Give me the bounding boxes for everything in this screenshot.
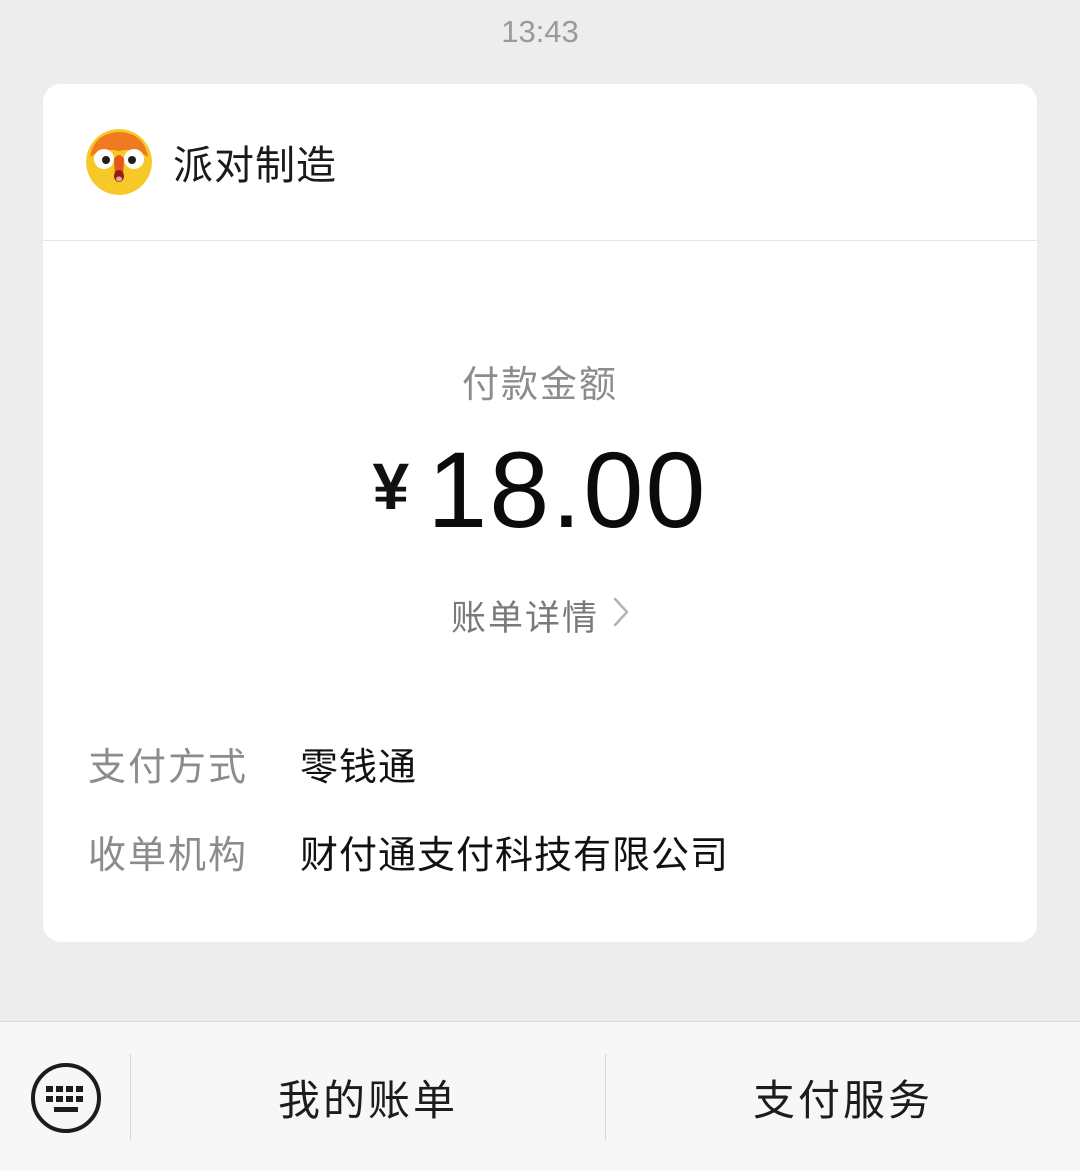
keyboard-toggle-button[interactable] [30,1062,102,1134]
bill-detail-link[interactable]: 账单详情 [43,590,1037,641]
payment-method-key: 支付方式 [88,745,249,789]
merchant-name: 派对制造 [173,143,337,189]
card-header[interactable]: 派对制造 [43,84,1037,241]
amount-display: ¥ 18.00 [43,436,1037,544]
payment-method-value: 零钱通 [300,745,418,789]
menu-payment-service-button[interactable]: 支付服务 [606,1022,1080,1171]
bottom-menu-bar: 我的账单 支付服务 [0,1021,1080,1171]
message-timestamp: 13:43 [501,14,579,49]
merchant-avatar [86,129,152,195]
payment-amount: 18.00 [427,429,708,550]
payment-notification-card[interactable]: 派对制造 付款金额 ¥ 18.00 账单详情 支付方式 零钱通 收单机构 财付通… [43,84,1037,942]
keyboard-icon [31,1063,101,1133]
menu-my-bills-button[interactable]: 我的账单 [131,1022,605,1171]
payment-method-row: 支付方式 零钱通 [88,736,417,791]
chevron-right-icon [613,596,629,636]
acquirer-value: 财付通支付科技有限公司 [300,833,730,877]
currency-symbol: ¥ [372,449,410,523]
amount-label: 付款金额 [462,363,618,406]
acquirer-key: 收单机构 [88,833,249,877]
chat-page: 13:43 派对制造 付款金额 ¥ 18.00 账单详情 支付方式 零钱通 收单… [0,0,1080,1171]
bill-detail-label: 账单详情 [450,599,599,639]
acquirer-row: 收单机构 财付通支付科技有限公司 [88,824,729,879]
